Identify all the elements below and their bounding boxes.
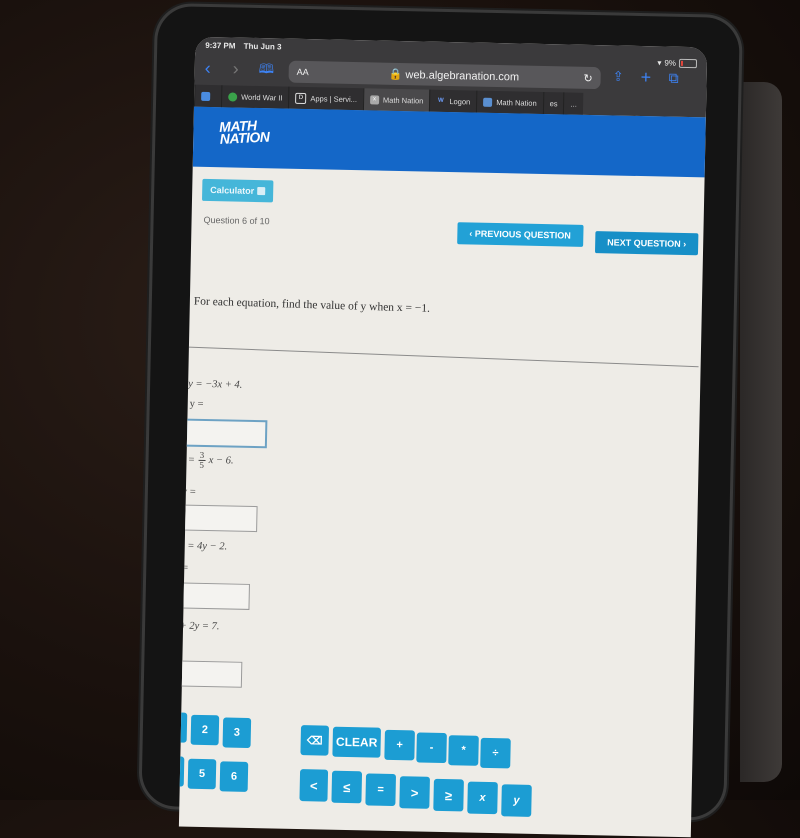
question-prompt: For each equation, find the value of y w… — [193, 295, 431, 315]
tab-math-nation-2[interactable]: Math Nation — [476, 90, 543, 114]
key-less-equal[interactable]: ≤ — [331, 770, 363, 804]
key-less-than[interactable]: < — [299, 769, 329, 802]
logo-line2: NATION — [219, 128, 270, 147]
clear-key[interactable]: CLEAR — [332, 726, 381, 758]
url-text: 🔒 web.algebranation.com — [388, 68, 520, 83]
equation-4: 5x + 2y = 7. — [179, 620, 220, 633]
fraction-denominator: 5 — [199, 459, 205, 470]
tab-label: Apps | Servi... — [310, 93, 358, 104]
backspace-key[interactable]: ⌫ — [300, 725, 330, 756]
status-bar: 9:37 PM Thu Jun 3 — [205, 41, 287, 52]
tab-more[interactable]: ... — [563, 92, 584, 115]
equation-2: y = 3 5 x − 6. — [180, 450, 233, 470]
math-nation-logo[interactable]: MATH NATION — [219, 117, 270, 147]
equation-1: y = −3x + 4. — [188, 378, 243, 391]
tab-es[interactable]: es — [542, 91, 564, 115]
key-multiply[interactable]: * — [448, 735, 479, 766]
x-box-icon: x — [369, 94, 380, 105]
reload-icon[interactable]: ↻ — [583, 71, 592, 84]
tab-label: World War II — [241, 92, 283, 103]
answer-input-1[interactable] — [184, 418, 268, 449]
browser-chrome: 9:37 PM Thu Jun 3 ▾ 9% ‹ › 🕮 AA 🔒 web.al… — [193, 36, 708, 118]
back-icon[interactable]: ‹ — [205, 58, 211, 78]
folder-icon — [483, 97, 493, 107]
previous-question-button[interactable]: ‹ PREVIOUS QUESTION — [457, 222, 584, 247]
tab-label: Math Nation — [382, 95, 424, 105]
tab-math-nation[interactable]: x Math Nation — [362, 88, 430, 112]
status-date: Thu Jun 3 — [243, 41, 282, 52]
equation-2-prefix: y = — [180, 454, 196, 466]
tab-label: Math Nation — [496, 97, 537, 108]
equation-2-suffix: x − 6. — [208, 454, 234, 467]
calculator-label: Calculator — [210, 185, 255, 196]
fraction: 3 5 — [198, 450, 206, 470]
url-value: web.algebranation.com — [405, 68, 520, 83]
key-1[interactable]: 1 — [178, 712, 188, 743]
next-question-button[interactable]: NEXT QUESTION › — [594, 231, 699, 256]
tabs-overview-icon[interactable]: ⧉ — [668, 69, 679, 87]
previous-label: PREVIOUS QUESTION — [474, 228, 571, 241]
key-4[interactable]: 4 — [178, 756, 185, 787]
forward-icon[interactable]: › — [233, 58, 239, 78]
question-counter: Question 6 of 10 — [203, 214, 270, 227]
status-time: 9:37 PM — [205, 40, 236, 51]
site-header: MATH NATION — [192, 106, 706, 178]
answer-input-2[interactable] — [178, 504, 258, 533]
text-size-button[interactable]: AA — [297, 67, 309, 77]
key-greater-than[interactable]: > — [399, 776, 430, 809]
tab-app[interactable] — [193, 84, 222, 108]
backspace-icon: ⌫ — [306, 734, 323, 748]
answer-label-1: y = — [189, 398, 204, 410]
tab-world-war[interactable]: World War II — [220, 85, 289, 109]
tablet-device: 9:37 PM Thu Jun 3 ▾ 9% ‹ › 🕮 AA 🔒 web.al… — [141, 5, 740, 838]
tab-label: ... — [570, 99, 577, 109]
key-5[interactable]: 5 — [187, 758, 217, 790]
key-divide[interactable]: ÷ — [480, 737, 511, 769]
tab-label: Logon — [449, 96, 471, 106]
screen: 9:37 PM Thu Jun 3 ▾ 9% ‹ › 🕮 AA 🔒 web.al… — [178, 36, 708, 838]
d-icon — [228, 91, 238, 102]
answer-label-4: y = — [179, 640, 181, 651]
key-minus[interactable]: - — [416, 732, 447, 764]
address-bar[interactable]: AA 🔒 web.algebranation.com ↻ — [288, 60, 601, 90]
answer-input-4[interactable] — [178, 660, 243, 688]
key-y[interactable]: y — [501, 784, 532, 817]
key-6[interactable]: 6 — [219, 761, 249, 792]
tablet-case — [740, 82, 782, 782]
d-box-icon: D — [295, 92, 307, 104]
divider — [188, 346, 699, 368]
next-label: NEXT QUESTION — [607, 237, 681, 249]
new-tab-icon[interactable]: + — [640, 67, 651, 87]
key-plus[interactable]: + — [384, 729, 415, 761]
share-icon[interactable]: ⇪ — [612, 67, 624, 85]
app-icon — [201, 91, 211, 101]
calculator-icon — [257, 187, 266, 196]
answer-input-3[interactable] — [178, 582, 250, 610]
calculator-button[interactable]: Calculator — [201, 178, 274, 203]
key-x[interactable]: x — [467, 781, 498, 815]
bookmarks-icon[interactable]: 🕮 — [259, 60, 275, 78]
key-greater-equal[interactable]: ≥ — [433, 778, 464, 812]
equation-3: 6x = 4y − 2. — [178, 540, 228, 553]
w-icon: W — [438, 97, 444, 104]
tab-label: es — [549, 98, 558, 108]
key-2[interactable]: 2 — [190, 714, 220, 746]
key-equals[interactable]: = — [365, 773, 397, 807]
tab-logon[interactable]: W Logon — [429, 89, 477, 113]
answer-label-2: y = — [181, 486, 196, 498]
answer-label-3: y = — [179, 562, 189, 574]
key-3[interactable]: 3 — [222, 717, 252, 749]
tab-apps[interactable]: D Apps | Servi... — [288, 86, 364, 111]
